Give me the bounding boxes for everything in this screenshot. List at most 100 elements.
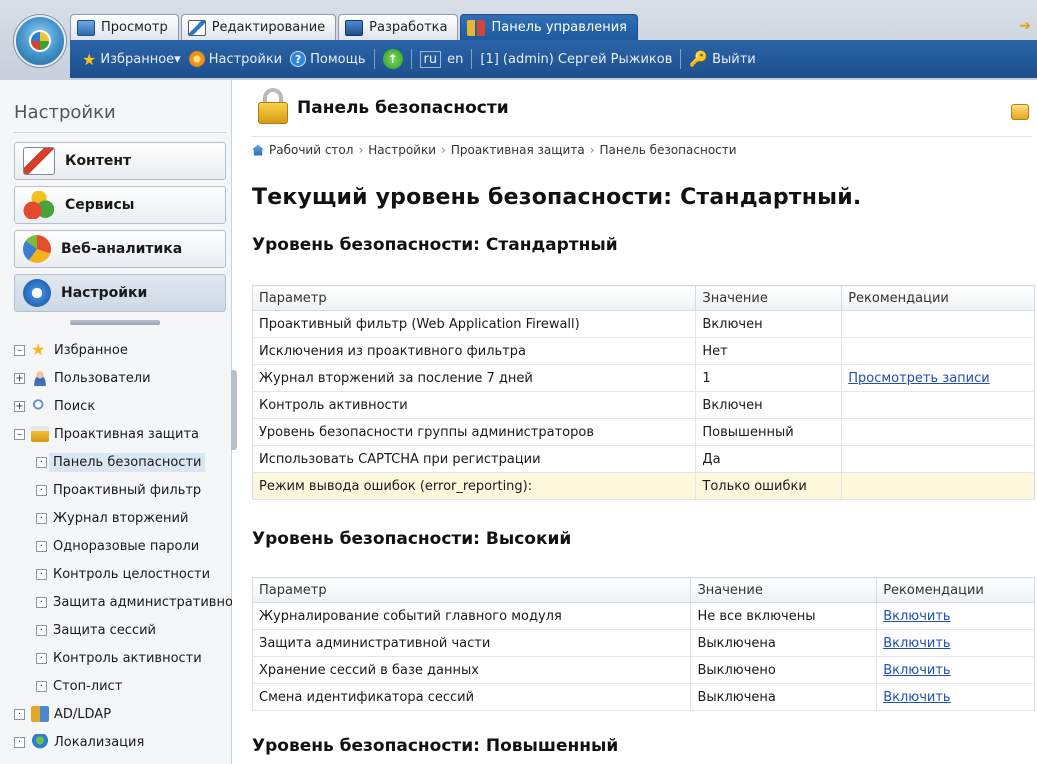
help-link[interactable]: ? Помощь — [290, 51, 366, 67]
tab-view[interactable]: Просмотр — [70, 14, 179, 40]
divider — [14, 132, 226, 133]
page-icon: · — [36, 512, 47, 524]
logout-link[interactable]: 🔑 Выйти — [689, 50, 755, 68]
tree-label: Поиск — [54, 398, 96, 414]
rec-cell: Включить — [876, 602, 1035, 630]
tree-label: Пользователи — [54, 370, 151, 386]
tree-item-security-panel[interactable]: · Панель безопасности — [14, 448, 232, 476]
tab-develop[interactable]: Разработка — [338, 14, 459, 40]
collapse-icon[interactable]: – — [14, 428, 25, 440]
tree-item-integrity[interactable]: · Контроль целостности — [14, 560, 232, 588]
expand-icon[interactable]: + — [14, 372, 25, 384]
star-icon: ★ — [31, 340, 46, 359]
users-icon — [31, 370, 49, 386]
value-cell: Выключено — [690, 656, 877, 684]
param-cell: Использовать CAPTCHA при регистрации — [251, 445, 696, 473]
lang-ru[interactable]: ru — [419, 50, 442, 68]
breadcrumb-proactive[interactable]: Проактивная защита — [451, 143, 585, 157]
sidebar-menu-settings[interactable]: Настройки — [14, 274, 226, 312]
tree-item-stop-list[interactable]: · Стоп-лист — [14, 672, 232, 700]
settings-label: Настройки — [208, 51, 283, 67]
value-cell: Только ошибки — [695, 472, 842, 500]
column-header-value: Значение — [690, 577, 878, 603]
tree-label: AD/LDAP — [54, 706, 112, 722]
tree-label: Журнал вторжений — [53, 510, 189, 526]
toolbar-divider — [410, 49, 412, 69]
table-header-row: Параметр Значение Рекомендации — [251, 577, 1035, 603]
admin-toolbar: ★ Избранное ▾ Настройки ? Помощь ↑ ru en… — [70, 40, 1037, 78]
update-button[interactable]: ↑ — [382, 49, 403, 69]
tab-develop-label: Разработка — [369, 20, 448, 35]
key-icon: 🔑 — [689, 50, 709, 68]
rec-cell — [841, 445, 1035, 473]
rec-cell: Включить — [876, 629, 1035, 657]
tab-control-panel[interactable]: Панель управления — [460, 14, 638, 40]
tree-toggle[interactable]: – — [14, 344, 25, 356]
expand-icon[interactable]: + — [14, 400, 25, 412]
lang-en[interactable]: en — [447, 52, 463, 67]
tree-item-activity-control[interactable]: · Контроль активности — [14, 644, 232, 672]
tree-item-localization[interactable]: · Локализация — [14, 728, 232, 756]
column-header-param: Параметр — [251, 577, 692, 603]
home-icon — [252, 144, 264, 156]
value-cell: 1 — [695, 364, 842, 392]
value-cell: Включен — [695, 391, 842, 419]
sidebar-title: Настройки — [14, 102, 116, 123]
tree-item-otp[interactable]: · Одноразовые пароли — [14, 532, 232, 560]
gear-icon — [188, 51, 205, 67]
sidebar: Настройки Контент Сервисы Веб-аналитика … — [0, 80, 232, 764]
link-icon[interactable] — [1011, 104, 1029, 120]
toolbar-divider — [471, 49, 473, 69]
rec-cell: Включить — [876, 683, 1035, 711]
breadcrumb-separator: › — [441, 143, 446, 157]
tree-item-search[interactable]: + Поиск — [14, 392, 232, 420]
value-cell: Включен — [695, 310, 842, 338]
tree-label: Защита административной части — [53, 594, 232, 610]
table-row: Хранение сессий в базе данных Выключено … — [251, 656, 1035, 684]
tree-item-proactive[interactable]: – Проактивная защита — [14, 420, 232, 448]
enable-link[interactable]: Включить — [883, 690, 950, 705]
tree-item-favorites[interactable]: – ★ Избранное — [14, 336, 232, 364]
sidebar-menu-analytics[interactable]: Веб-аналитика — [14, 230, 226, 268]
menu-label: Веб-аналитика — [61, 241, 183, 257]
toolbar-divider — [680, 49, 682, 69]
tree-item-intrusion-log[interactable]: · Журнал вторжений — [14, 504, 232, 532]
tree-item-users[interactable]: + Пользователи — [14, 364, 232, 392]
param-cell: Журналирование событий главного модуля — [251, 602, 691, 630]
enable-link[interactable]: Включить — [883, 663, 950, 678]
tree-item-ldap[interactable]: · AD/LDAP — [14, 700, 232, 728]
breadcrumb-desktop[interactable]: Рабочий стол — [269, 143, 353, 157]
enable-link[interactable]: Включить — [883, 609, 950, 624]
view-records-link[interactable]: Просмотреть записи — [848, 371, 990, 386]
breadcrumb-separator: › — [589, 143, 595, 157]
settings-tree: – ★ Избранное + Пользователи + Поиск – П… — [14, 336, 232, 756]
pin-icon[interactable]: ➔ — [1019, 18, 1031, 34]
edit-icon — [187, 19, 206, 36]
start-menu-button[interactable] — [14, 15, 66, 67]
sidebar-splitter[interactable] — [70, 320, 160, 325]
rec-cell — [841, 310, 1035, 338]
value-cell: Нет — [695, 337, 842, 365]
menu-label: Контент — [65, 153, 132, 169]
sidebar-menu-services[interactable]: Сервисы — [14, 186, 226, 224]
page-icon: · — [36, 624, 47, 636]
column-header-param: Параметр — [251, 285, 697, 311]
param-cell: Хранение сессий в базе данных — [251, 656, 691, 684]
tree-label: Проактивная защита — [54, 426, 200, 442]
page-icon: · — [36, 484, 47, 496]
settings-link[interactable]: Настройки — [188, 51, 283, 67]
favorites-menu[interactable]: ★ Избранное ▾ — [82, 50, 181, 69]
sidebar-menu-content[interactable]: Контент — [14, 142, 226, 180]
sidebar-collapse-handle[interactable] — [231, 370, 237, 450]
tab-edit[interactable]: Редактирование — [180, 14, 337, 40]
tree-item-proactive-filter[interactable]: · Проактивный фильтр — [14, 476, 232, 504]
ldap-icon — [31, 706, 49, 722]
enable-link[interactable]: Включить — [883, 636, 950, 651]
favorites-label: Избранное — [100, 51, 175, 67]
tree-item-session-protection[interactable]: · Защита сессий — [14, 616, 232, 644]
page-icon: · — [36, 540, 47, 552]
user-profile-link[interactable]: [1] (admin) Сергей Рыжиков — [480, 52, 672, 67]
tree-item-admin-protection[interactable]: · Защита административной части — [14, 588, 232, 616]
globe-icon — [31, 734, 49, 750]
breadcrumb-settings[interactable]: Настройки — [368, 143, 436, 157]
